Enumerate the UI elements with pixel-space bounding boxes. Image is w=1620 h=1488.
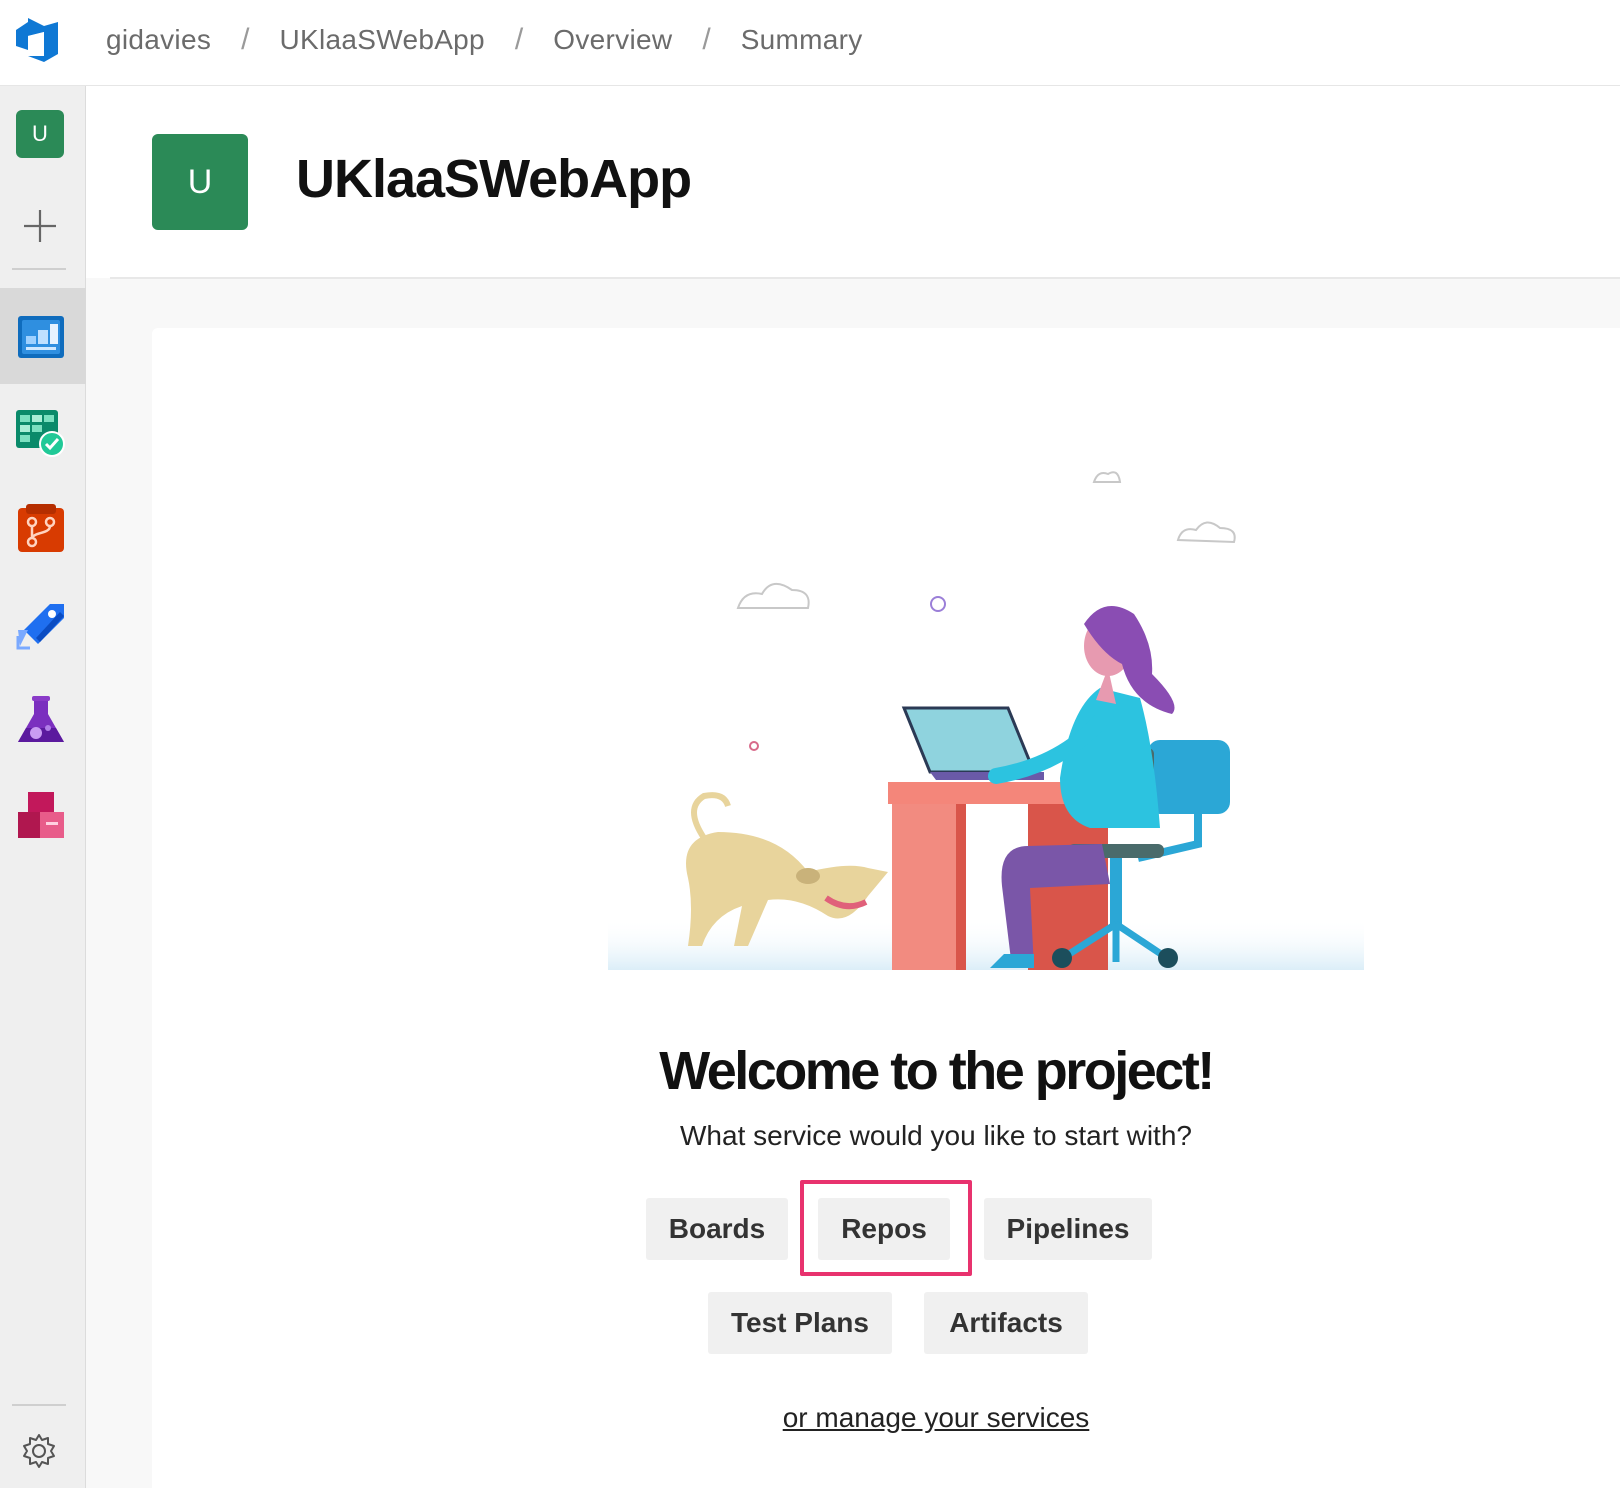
nav-artifacts[interactable] (0, 768, 86, 864)
rail-divider (12, 1404, 66, 1406)
overview-icon (18, 316, 64, 358)
breadcrumb-org[interactable]: gidavies (106, 24, 211, 56)
project-avatar-large: U (152, 134, 248, 230)
manage-services-link[interactable]: or manage your services (606, 1402, 1266, 1434)
service-pipelines-button[interactable]: Pipelines (984, 1198, 1152, 1260)
rail-divider (12, 268, 66, 270)
welcome-heading-wrap: Welcome to the project! (606, 1040, 1266, 1102)
nav-boards[interactable] (0, 384, 86, 480)
welcome-subtitle: What service would you like to start wit… (680, 1120, 1192, 1151)
project-avatar[interactable]: U (16, 110, 64, 158)
breadcrumb-separator: / (514, 23, 524, 56)
repos-highlight-box (800, 1180, 972, 1276)
breadcrumb-separator: / (702, 23, 711, 56)
repos-icon (18, 504, 64, 552)
breadcrumb: gidavies / UKlaaSWebApp / Overview / Sum… (106, 20, 863, 60)
artifacts-icon (18, 792, 64, 838)
nav-test-plans[interactable] (0, 672, 86, 768)
nav-overview[interactable] (0, 288, 86, 384)
header-divider (110, 277, 1620, 279)
boards-icon (16, 410, 65, 457)
main-content: U UKlaaSWebApp Welcome to the project! W… (86, 86, 1620, 1488)
azure-devops-logo-icon[interactable] (14, 16, 62, 64)
service-boards-button[interactable]: Boards (646, 1198, 788, 1260)
service-test-plans-button[interactable]: Test Plans (708, 1292, 892, 1354)
test-plans-icon (18, 696, 64, 742)
breadcrumb-page[interactable]: Summary (741, 24, 863, 56)
welcome-heading: Welcome to the project! (659, 1041, 1215, 1101)
breadcrumb-section[interactable]: Overview (553, 24, 672, 56)
settings-gear-icon[interactable] (20, 1432, 58, 1470)
nav-repos[interactable] (0, 480, 86, 576)
pipelines-icon (16, 604, 64, 650)
breadcrumb-separator: / (241, 23, 250, 56)
welcome-card: Welcome to the project! What service wou… (152, 328, 1620, 1488)
left-nav-rail: U (0, 86, 86, 1488)
breadcrumb-project[interactable]: UKlaaSWebApp (279, 24, 484, 56)
top-header: gidavies / UKlaaSWebApp / Overview / Sum… (0, 0, 1620, 86)
project-header: U UKlaaSWebApp (86, 86, 1620, 278)
service-artifacts-button[interactable]: Artifacts (924, 1292, 1088, 1354)
project-title: UKlaaSWebApp (296, 149, 692, 209)
new-project-plus-icon[interactable] (20, 206, 60, 246)
nav-pipelines[interactable] (0, 576, 86, 672)
welcome-illustration (608, 471, 1364, 970)
